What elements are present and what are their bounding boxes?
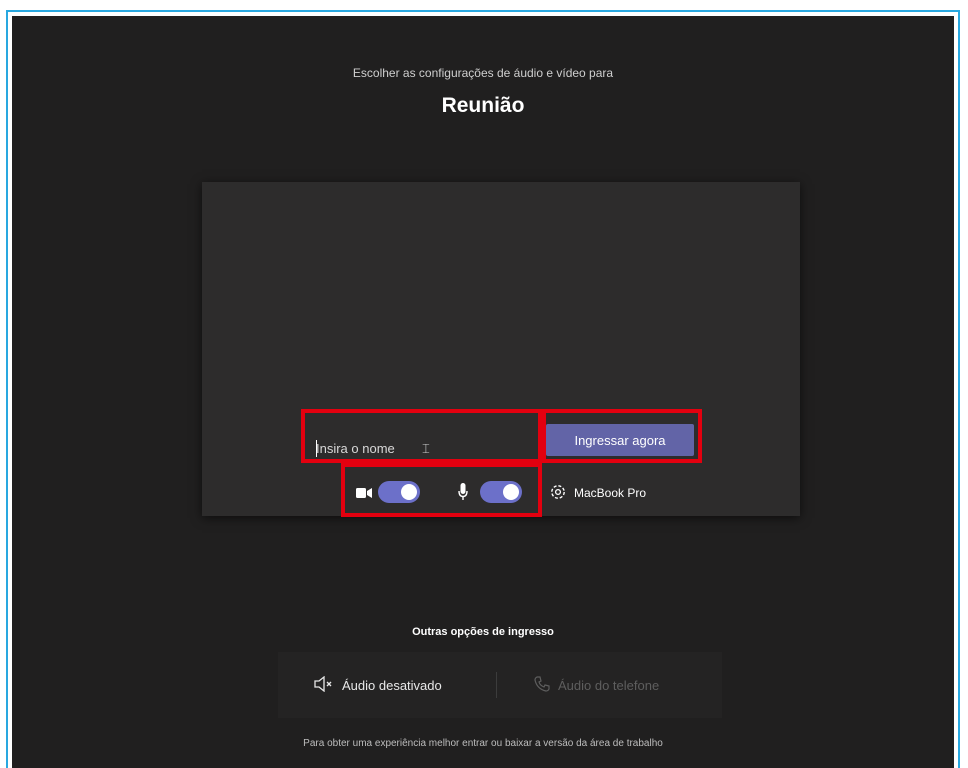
- desktop-app-hint: Para obter uma experiência melhor entrar…: [303, 738, 663, 749]
- speaker-muted-icon: [314, 675, 342, 695]
- audio-off-label: Áudio desativado: [342, 677, 442, 693]
- camera-toggle-knob: [401, 484, 417, 500]
- options-divider: [496, 672, 497, 698]
- microphone-toggle-knob: [503, 484, 519, 500]
- camera-icon: [356, 486, 372, 504]
- meeting-title: Reunião: [441, 94, 525, 117]
- video-preview-area: [202, 182, 800, 516]
- other-join-options-panel: Áudio desativado Áudio do telefone: [278, 652, 722, 718]
- microphone-icon: [458, 483, 468, 506]
- teams-prejoin-screen: Escolher as configurações de áudio e víd…: [12, 16, 954, 768]
- phone-audio-option[interactable]: Áudio do telefone: [534, 652, 659, 718]
- ibeam-cursor-icon: ⌶: [422, 442, 430, 457]
- other-join-options-title: Outras opções de ingresso: [412, 626, 554, 638]
- join-now-button[interactable]: Ingressar agora: [546, 424, 694, 456]
- prejoin-subtitle: Escolher as configurações de áudio e víd…: [352, 66, 614, 80]
- text-caret: [316, 440, 317, 457]
- camera-toggle[interactable]: [378, 481, 420, 503]
- phone-icon: [534, 675, 558, 695]
- device-settings-gear-icon[interactable]: [549, 483, 567, 506]
- phone-audio-label: Áudio do telefone: [558, 677, 660, 693]
- microphone-toggle[interactable]: [480, 481, 522, 503]
- audio-off-option[interactable]: Áudio desativado: [314, 652, 442, 718]
- device-settings-label[interactable]: MacBook Pro: [574, 486, 646, 500]
